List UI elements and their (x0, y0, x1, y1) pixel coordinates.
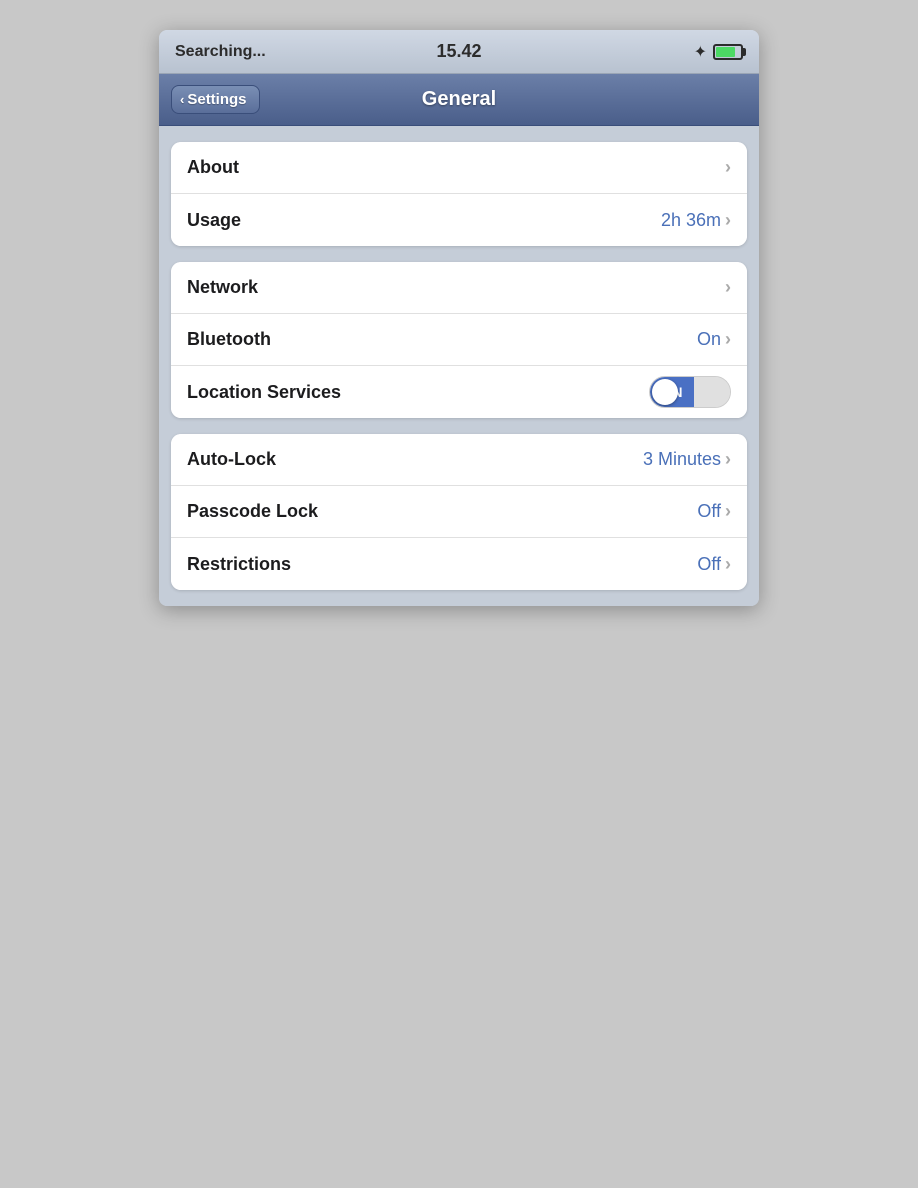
usage-right: 2h 36m › (661, 210, 731, 231)
bluetooth-right: On › (697, 329, 731, 350)
restrictions-row[interactable]: Restrictions Off › (171, 538, 747, 590)
network-chevron-icon: › (725, 277, 731, 298)
status-bar: Searching... 15.42 ✦ (159, 30, 759, 74)
time-display: 15.42 (436, 41, 481, 62)
settings-group-1: About › Usage 2h 36m › (171, 142, 747, 246)
location-services-right: ON (649, 376, 731, 408)
location-services-row[interactable]: Location Services ON (171, 366, 747, 418)
bluetooth-value: On (697, 329, 721, 350)
phone-frame: Searching... 15.42 ✦ ‹ Settings General … (159, 30, 759, 606)
usage-value: 2h 36m (661, 210, 721, 231)
about-chevron-icon: › (725, 157, 731, 178)
autolock-value: 3 Minutes (643, 449, 721, 470)
bluetooth-row[interactable]: Bluetooth On › (171, 314, 747, 366)
network-row[interactable]: Network › (171, 262, 747, 314)
autolock-right: 3 Minutes › (643, 449, 731, 470)
back-button-label: Settings (187, 91, 246, 108)
back-button[interactable]: ‹ Settings (171, 85, 260, 114)
settings-group-3: Auto-Lock 3 Minutes › Passcode Lock Off … (171, 434, 747, 590)
passcode-lock-value: Off (697, 501, 721, 522)
toggle-knob (652, 379, 678, 405)
passcode-lock-row[interactable]: Passcode Lock Off › (171, 486, 747, 538)
bluetooth-chevron-icon: › (725, 329, 731, 350)
usage-row[interactable]: Usage 2h 36m › (171, 194, 747, 246)
passcode-chevron-icon: › (725, 501, 731, 522)
signal-text: Searching... (175, 43, 266, 61)
status-icons: ✦ (694, 42, 743, 62)
network-right: › (725, 277, 731, 298)
usage-chevron-icon: › (725, 210, 731, 231)
back-chevron-icon: ‹ (180, 92, 184, 107)
autolock-chevron-icon: › (725, 449, 731, 470)
battery-fill (716, 47, 735, 57)
autolock-row[interactable]: Auto-Lock 3 Minutes › (171, 434, 747, 486)
settings-group-2: Network › Bluetooth On › Location Servic… (171, 262, 747, 418)
settings-content: About › Usage 2h 36m › Network › (159, 126, 759, 606)
location-toggle[interactable]: ON (649, 376, 731, 408)
page-title: General (422, 88, 496, 111)
usage-label: Usage (187, 210, 241, 231)
battery-icon (713, 44, 743, 60)
location-services-label: Location Services (187, 382, 341, 403)
about-row[interactable]: About › (171, 142, 747, 194)
passcode-lock-right: Off › (697, 501, 731, 522)
restrictions-value: Off (697, 554, 721, 575)
about-right: › (725, 157, 731, 178)
bluetooth-label: Bluetooth (187, 329, 271, 350)
nav-bar: ‹ Settings General (159, 74, 759, 126)
bluetooth-status-icon: ✦ (694, 42, 707, 62)
restrictions-chevron-icon: › (725, 554, 731, 575)
network-label: Network (187, 277, 258, 298)
autolock-label: Auto-Lock (187, 449, 276, 470)
about-label: About (187, 157, 239, 178)
restrictions-label: Restrictions (187, 554, 291, 575)
restrictions-right: Off › (697, 554, 731, 575)
toggle-off-part (694, 377, 730, 407)
passcode-lock-label: Passcode Lock (187, 501, 318, 522)
